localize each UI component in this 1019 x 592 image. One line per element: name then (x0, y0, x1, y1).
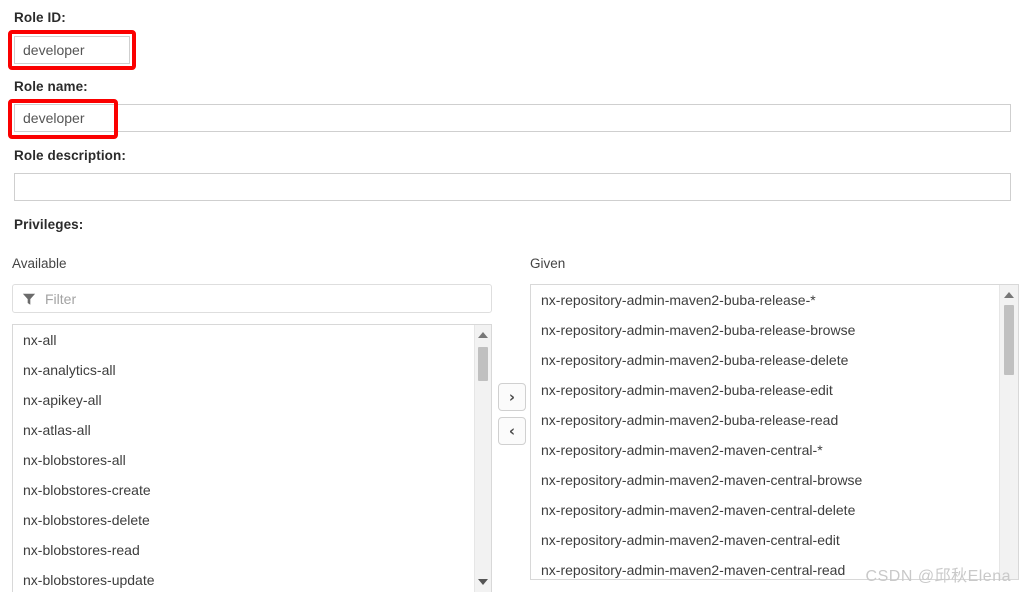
available-list-item[interactable]: nx-apikey-all (13, 385, 474, 415)
available-list-item[interactable]: nx-all (13, 325, 474, 355)
given-list-item[interactable]: nx-repository-admin-maven2-buba-release-… (531, 345, 999, 375)
given-panel-label: Given (530, 256, 566, 271)
remove-privilege-button[interactable]: ‹ (498, 417, 526, 445)
available-list-scrollbar[interactable] (474, 325, 491, 592)
chevron-left-icon: ‹ (508, 421, 516, 440)
privileges-label: Privileges: (14, 217, 84, 232)
available-list-item[interactable]: nx-atlas-all (13, 415, 474, 445)
given-list-item[interactable]: nx-repository-admin-maven2-buba-release-… (531, 285, 999, 315)
scroll-up-arrow-icon[interactable] (475, 327, 491, 343)
given-list-item[interactable]: nx-repository-admin-maven2-buba-release-… (531, 405, 999, 435)
role-description-input[interactable] (14, 173, 1011, 201)
role-id-label: Role ID: (14, 10, 66, 25)
add-privilege-button[interactable]: › (498, 383, 526, 411)
given-scroll-thumb[interactable] (1004, 305, 1014, 375)
available-privileges-list[interactable]: nx-all nx-analytics-all nx-apikey-all nx-at… (12, 324, 492, 592)
available-list-item[interactable]: nx-blobstores-create (13, 475, 474, 505)
given-list-scrollport: nx-repository-admin-maven2-buba-release-… (531, 285, 999, 579)
scroll-down-arrow-icon[interactable] (475, 574, 491, 590)
available-scroll-thumb[interactable] (478, 347, 488, 381)
available-panel-label: Available (12, 256, 67, 271)
given-list-item[interactable]: nx-repository-admin-maven2-buba-release-… (531, 315, 999, 345)
available-list-item[interactable]: nx-blobstores-update (13, 565, 474, 592)
given-list-item[interactable]: nx-repository-admin-maven2-maven-central… (531, 435, 999, 465)
given-list-item[interactable]: nx-repository-admin-maven2-maven-central… (531, 495, 999, 525)
available-filter-input[interactable] (45, 285, 491, 312)
available-list-item[interactable]: nx-analytics-all (13, 355, 474, 385)
given-list-scrollbar[interactable] (999, 285, 1018, 579)
given-list-item[interactable]: nx-repository-admin-maven2-buba-release-… (531, 375, 999, 405)
available-list-item[interactable]: nx-blobstores-all (13, 445, 474, 475)
given-list-item[interactable]: nx-repository-admin-maven2-maven-central… (531, 525, 999, 555)
role-name-label: Role name: (14, 79, 88, 94)
role-name-input[interactable] (14, 104, 1011, 132)
given-list-item[interactable]: nx-repository-admin-maven2-maven-central… (531, 555, 999, 579)
available-list-item[interactable]: nx-blobstores-delete (13, 505, 474, 535)
given-privileges-list[interactable]: nx-repository-admin-maven2-buba-release-… (530, 284, 1019, 580)
given-list-item[interactable]: nx-repository-admin-maven2-maven-central… (531, 465, 999, 495)
funnel-icon (22, 293, 36, 305)
role-description-label: Role description: (14, 148, 126, 163)
chevron-right-icon: › (508, 387, 516, 406)
role-id-input[interactable] (14, 36, 130, 64)
scroll-up-arrow-icon[interactable] (1000, 287, 1018, 303)
available-list-scrollport: nx-all nx-analytics-all nx-apikey-all nx-at… (13, 325, 474, 592)
available-list-item[interactable]: nx-blobstores-read (13, 535, 474, 565)
available-filter-box[interactable] (12, 284, 492, 313)
